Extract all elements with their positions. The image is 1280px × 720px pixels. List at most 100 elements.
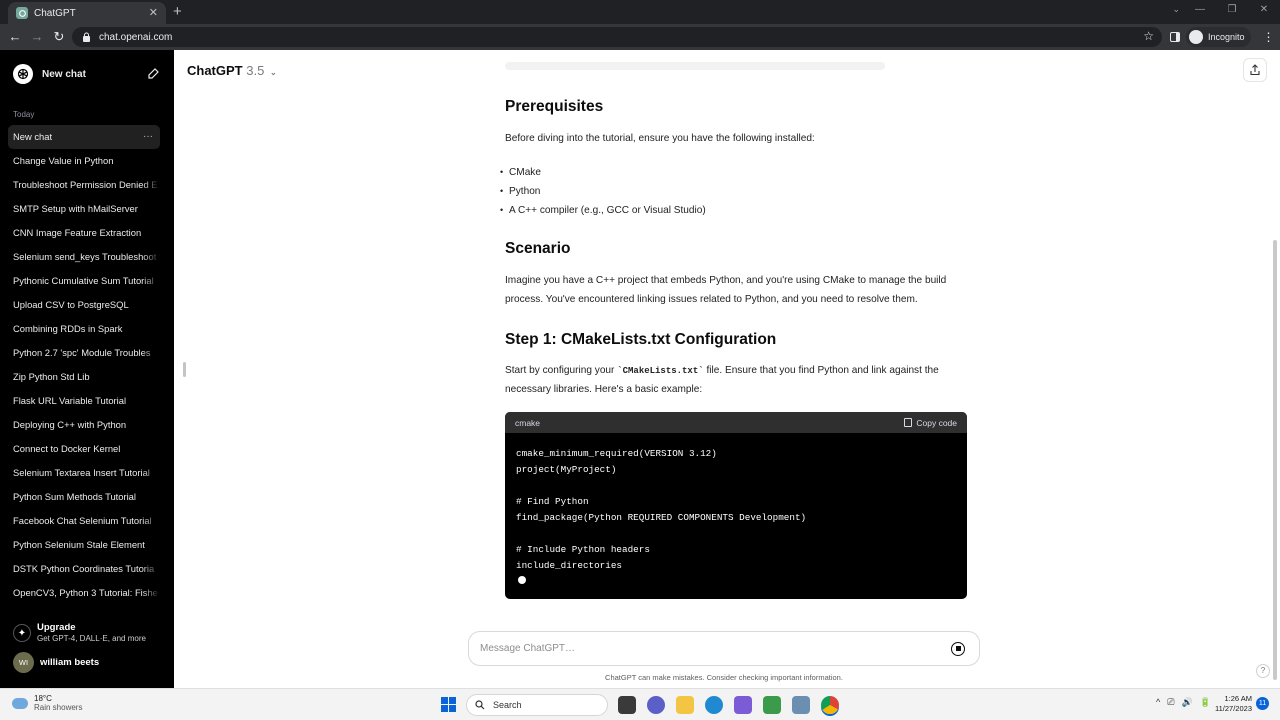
chat-history-item[interactable]: OpenCV3, Python 3 Tutorial: Fishe [8,581,160,605]
minimize-button[interactable]: — [1184,0,1216,24]
share-icon [1250,64,1260,76]
chat-history-item[interactable]: Python 2.7 'spc' Module Troubles [8,341,160,365]
share-button[interactable] [1243,58,1267,82]
help-button[interactable]: ? [1256,664,1270,678]
code-line: project(MyProject) [516,464,617,475]
tab-close-icon[interactable]: ✕ [149,7,158,19]
chat-title: Upload CSV to PostgreSQL [13,299,129,310]
inline-code: `CMakeLists.txt` [617,366,704,376]
forward-button[interactable]: → [26,24,48,50]
code-line: # Include Python headers [516,544,650,555]
address-bar[interactable]: chat.openai.com ☆ [72,27,1162,47]
bookmark-star-icon[interactable]: ☆ [1143,29,1154,43]
edge-browser-icon[interactable] [705,696,723,714]
upgrade-button[interactable]: ✦ Upgrade Get GPT-4, DALL·E, and more [13,622,163,643]
message-placeholder: Message ChatGPT… [480,643,576,654]
code-language: cmake [515,417,541,428]
chat-title: OpenCV3, Python 3 Tutorial: Fishe [13,587,158,598]
system-clock[interactable]: 1:26 AM 11/27/2023 [1210,694,1252,714]
browser-menu-icon[interactable]: ⋮ [1263,27,1275,47]
step1-heading: Step 1: CMakeLists.txt Configuration [505,331,777,348]
copy-code-button[interactable]: Copy code [904,418,957,428]
browser-tabstrip: ChatGPT ✕ + ⌄ — ❐ ✕ [0,0,1280,24]
file-explorer-icon[interactable] [676,696,694,714]
chat-history-item[interactable]: Zip Python Std Lib [8,365,160,389]
message-input[interactable]: Message ChatGPT… [468,631,980,666]
close-window-button[interactable]: ✕ [1248,0,1280,24]
chat-title: SMTP Setup with hMailServer [13,203,138,214]
tray-overflow-icon[interactable]: ^ [1156,697,1160,708]
search-label: Search [493,700,522,710]
weather-description: Rain showers [34,703,83,712]
chat-history-item[interactable]: Flask URL Variable Tutorial [8,389,160,413]
step1-text-post: file. Ensure that you find Python and li… [703,365,939,376]
code-block: cmake Copy code cmake_minimum_required(V… [505,412,967,599]
chat-history-item[interactable]: Python Sum Methods Tutorial [8,485,160,509]
chat-history-item[interactable]: Deploying C++ with Python [8,413,160,437]
sidebar-collapse-handle[interactable] [183,362,186,377]
chat-title: Pythonic Cumulative Sum Tutorial [13,275,154,286]
step1-text-pre: Start by configuring your [505,365,618,376]
new-tab-button[interactable]: + [173,4,182,19]
chat-history-item[interactable]: Selenium Textarea Insert Tutorial [8,461,160,485]
notepad-app-icon[interactable] [763,696,781,714]
chat-title: Selenium Textarea Insert Tutorial [13,467,150,478]
photos-app-icon[interactable] [792,696,810,714]
sidebar: New chat Today New chat ··· Change Value … [0,50,174,688]
scrollbar[interactable] [1273,240,1277,680]
pinned-apps [618,696,839,714]
vpn-app-icon[interactable] [734,696,752,714]
chat-history-item[interactable]: Change Value in Python [8,149,160,173]
chat-history-item[interactable]: SMTP Setup with hMailServer [8,197,160,221]
task-view-icon[interactable] [618,696,636,714]
prerequisites-list: CMake Python A C++ compiler (e.g., GCC o… [500,163,706,220]
chat-history-item[interactable]: Connect to Docker Kernel [8,437,160,461]
chat-history-item[interactable]: Python Selenium Stale Element [8,533,160,557]
code-line: cmake_minimum_required(VERSION 3.12) [516,448,717,459]
avatar: WI [13,652,34,673]
back-button[interactable]: ← [4,24,26,50]
clock-date: 11/27/2023 [1215,704,1252,713]
restore-button[interactable]: ❐ [1216,0,1248,24]
edit-icon[interactable] [146,67,160,81]
new-chat-label: New chat [42,68,86,80]
model-selector[interactable]: ChatGPT 3.5 ⌄ [187,63,277,78]
incognito-icon [1189,30,1203,44]
browser-tab[interactable]: ChatGPT ✕ [8,2,166,24]
streaming-cursor [518,576,526,584]
stop-generating-button[interactable] [951,641,965,656]
chat-history-item[interactable]: CNN Image Feature Extraction [8,221,160,245]
network-icon[interactable]: ⎚ [1167,697,1174,708]
code-line: find_package(Python REQUIRED COMPONENTS … [516,512,807,523]
more-options-icon[interactable]: ··· [143,125,153,149]
chat-title: Python Selenium Stale Element [13,539,145,550]
chat-history-item[interactable]: Selenium send_keys Troubleshoot [8,245,160,269]
notification-badge[interactable]: 11 [1256,697,1269,710]
side-panel-icon[interactable] [1170,32,1180,42]
chat-history-item[interactable]: New chat ··· [8,125,160,149]
reload-button[interactable]: ↻ [48,24,70,50]
chat-history-item[interactable]: Pythonic Cumulative Sum Tutorial [8,269,160,293]
incognito-profile[interactable]: Incognito [1186,27,1251,47]
chat-history-item[interactable]: Upload CSV to PostgreSQL [8,293,160,317]
list-item: Python [500,182,706,201]
search-icon [475,700,485,710]
openai-logo-icon [13,64,33,84]
chat-app-icon[interactable] [647,696,665,714]
user-menu[interactable]: WI william beets [13,652,99,673]
chat-history-item[interactable]: Troubleshoot Permission Denied E [8,173,160,197]
weather-widget[interactable]: 18°C Rain showers [12,694,82,712]
incognito-label: Incognito [1208,32,1245,42]
window-controls: — ❐ ✕ [1184,0,1280,24]
chat-history-item[interactable]: Combining RDDs in Spark [8,317,160,341]
volume-icon[interactable]: 🔊 [1181,697,1192,708]
windows-start-icon[interactable] [441,697,456,712]
tab-search-icon[interactable]: ⌄ [1172,4,1180,15]
tab-title: ChatGPT [34,7,76,19]
prerequisites-intro: Before diving into the tutorial, ensure … [505,133,815,144]
taskbar-search[interactable]: Search [466,694,608,716]
chat-history-item[interactable]: DSTK Python Coordinates Tutoria [8,557,160,581]
chat-history-item[interactable]: Facebook Chat Selenium Tutorial [8,509,160,533]
chrome-browser-icon[interactable] [821,696,839,714]
new-chat-button[interactable]: New chat [8,62,160,86]
